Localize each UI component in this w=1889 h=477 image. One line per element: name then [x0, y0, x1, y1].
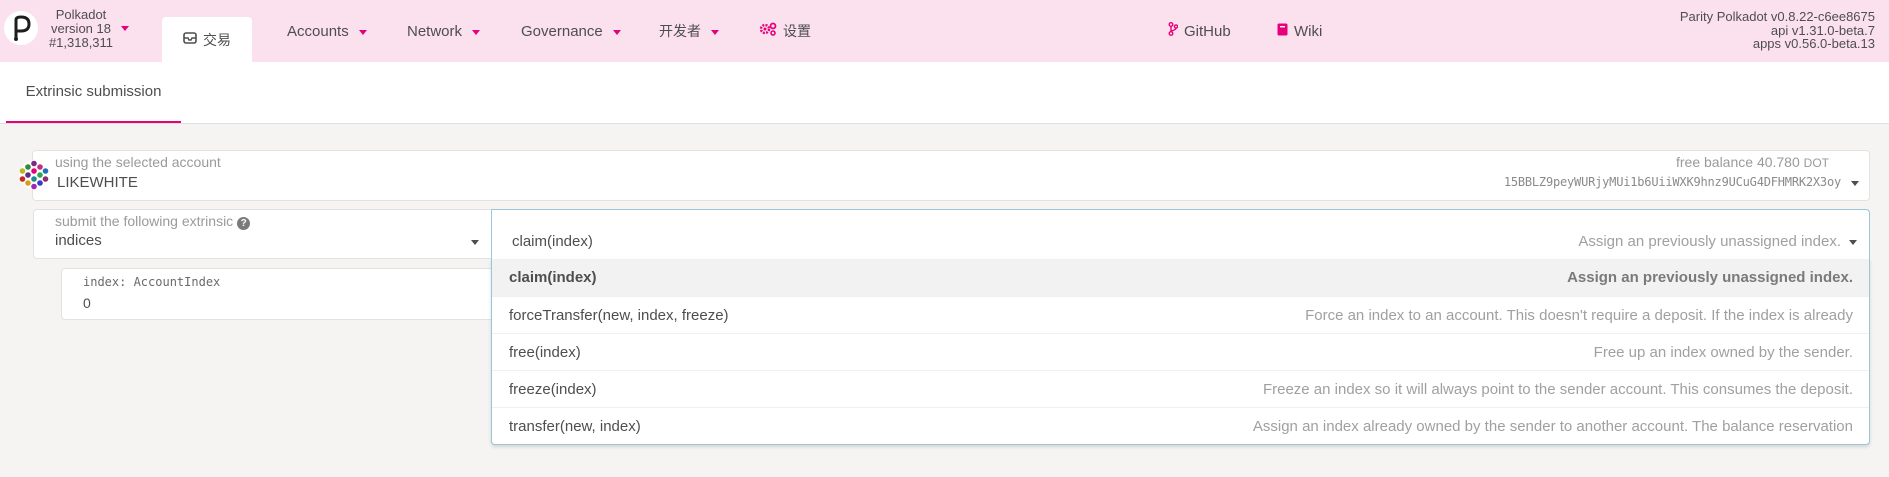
version-info: Parity Polkadot v0.8.22-c6ee8675 api v1.…: [1680, 10, 1875, 51]
node-version: Parity Polkadot v0.8.22-c6ee8675: [1679, 9, 1875, 24]
nav-settings[interactable]: 设置: [759, 0, 811, 62]
chevron-down-icon: [358, 29, 367, 35]
api-version: api v1.31.0-beta.7: [1770, 22, 1875, 38]
cogs-icon: [759, 22, 777, 40]
chevron-down-icon[interactable]: [1849, 240, 1857, 245]
account-label: using the selected account: [55, 154, 221, 170]
dropdown-option-freeze[interactable]: freeze(index) Freeze an index so it will…: [492, 370, 1869, 407]
method-description: Assign an previously unassigned index.: [1578, 233, 1841, 250]
nav-developer[interactable]: 开发者: [659, 0, 719, 62]
chain-name: Polkadot: [55, 7, 107, 22]
nav-extrinsics[interactable]: 交易: [162, 17, 252, 62]
param-index-field[interactable]: index: AccountIndex 0: [61, 268, 501, 320]
nav-extrinsics-label: 交易: [203, 31, 231, 48]
paper-plane-icon: [183, 31, 197, 48]
chain-version: version 18: [51, 21, 111, 36]
chain-dropdown-icon[interactable]: [121, 26, 129, 31]
book-icon: [1277, 23, 1288, 40]
best-block: #1,318,311: [48, 35, 114, 50]
code-branch-icon: [1168, 22, 1179, 40]
method-value: claim(index): [512, 233, 593, 250]
nav-wiki-label: Wiki: [1294, 22, 1323, 40]
nav-network-label: Network: [407, 22, 463, 40]
nav-github-label: GitHub: [1184, 22, 1231, 40]
option-description: Assign an index already owned by the sen…: [1252, 418, 1853, 435]
chevron-down-icon: [472, 29, 481, 35]
option-description: Force an index to an account. This doesn…: [1305, 307, 1853, 324]
nav-accounts[interactable]: Accounts: [287, 0, 367, 62]
nav-settings-label: 设置: [783, 23, 811, 39]
dropdown-option-transfer[interactable]: transfer(new, index) Assign an index alr…: [492, 407, 1869, 444]
dropdown-option-claim[interactable]: claim(index) Assign an previously unassi…: [492, 259, 1869, 296]
extrinsic-label: submit the following extrinsic?: [55, 213, 251, 230]
apps-version: apps v0.56.0-beta.13: [1752, 36, 1875, 51]
sub-tabs: Extrinsic submission: [0, 62, 1889, 124]
nav-developer-label: 开发者: [659, 23, 701, 39]
method-select[interactable]: claim(index) Assign an previously unassi…: [491, 209, 1870, 259]
dropdown-option-forcetransfer[interactable]: forceTransfer(new, index, freeze) Force …: [492, 296, 1869, 333]
nav-github[interactable]: GitHub: [1168, 0, 1231, 62]
param-input[interactable]: 0: [83, 295, 91, 311]
free-balance-unit: DOT: [1803, 156, 1829, 170]
free-balance-value: 40.780: [1756, 154, 1800, 170]
method-dropdown-menu: claim(index) Assign an previously unassi…: [491, 259, 1870, 445]
option-description: Free up an index owned by the sender.: [1593, 344, 1853, 361]
nav-wiki[interactable]: Wiki: [1277, 0, 1322, 62]
nav-governance[interactable]: Governance: [521, 0, 621, 62]
chevron-down-icon[interactable]: [471, 240, 479, 245]
option-name: forceTransfer(new, index, freeze): [509, 307, 729, 324]
module-value: indices: [55, 232, 102, 249]
option-description: Assign an previously unassigned index.: [1567, 269, 1853, 286]
option-name: free(index): [509, 344, 581, 361]
option-name: claim(index): [509, 269, 597, 286]
chevron-down-icon[interactable]: [1851, 181, 1859, 186]
chevron-down-icon: [612, 29, 621, 35]
nav-accounts-label: Accounts: [287, 22, 349, 40]
free-balance: free balance 40.780 DOT: [1676, 154, 1829, 170]
account-identicon-icon: [19, 160, 49, 190]
free-balance-label: free balance: [1675, 154, 1754, 170]
chain-info[interactable]: Polkadot version 18 #1,318,311: [40, 8, 122, 50]
polkadot-logo-icon[interactable]: [4, 11, 38, 45]
param-label: index: AccountIndex: [83, 275, 221, 289]
nav-network[interactable]: Network: [407, 0, 481, 62]
tab-extrinsic-submission[interactable]: Extrinsic submission: [6, 62, 181, 123]
dropdown-option-free[interactable]: free(index) Free up an index owned by th…: [492, 333, 1869, 370]
nav-governance-label: Governance: [521, 22, 603, 40]
chevron-down-icon: [711, 29, 719, 35]
account-address: 15BBLZ9peyWURjyMUi1b6UiiWXK9hnz9UCuG4DFH…: [1503, 175, 1841, 189]
option-name: transfer(new, index): [509, 418, 641, 435]
account-selector[interactable]: using the selected account LIKEWHITE fre…: [32, 150, 1870, 201]
option-name: freeze(index): [509, 381, 597, 398]
top-bar: Polkadot version 18 #1,318,311 交易 Accoun…: [0, 0, 1889, 62]
extrinsic-label-text: submit the following extrinsic: [55, 213, 234, 229]
option-description: Freeze an index so it will always point …: [1262, 381, 1853, 398]
account-name: LIKEWHITE: [57, 174, 138, 191]
help-icon[interactable]: ?: [237, 217, 251, 230]
module-select[interactable]: submit the following extrinsic? indices: [33, 209, 492, 259]
